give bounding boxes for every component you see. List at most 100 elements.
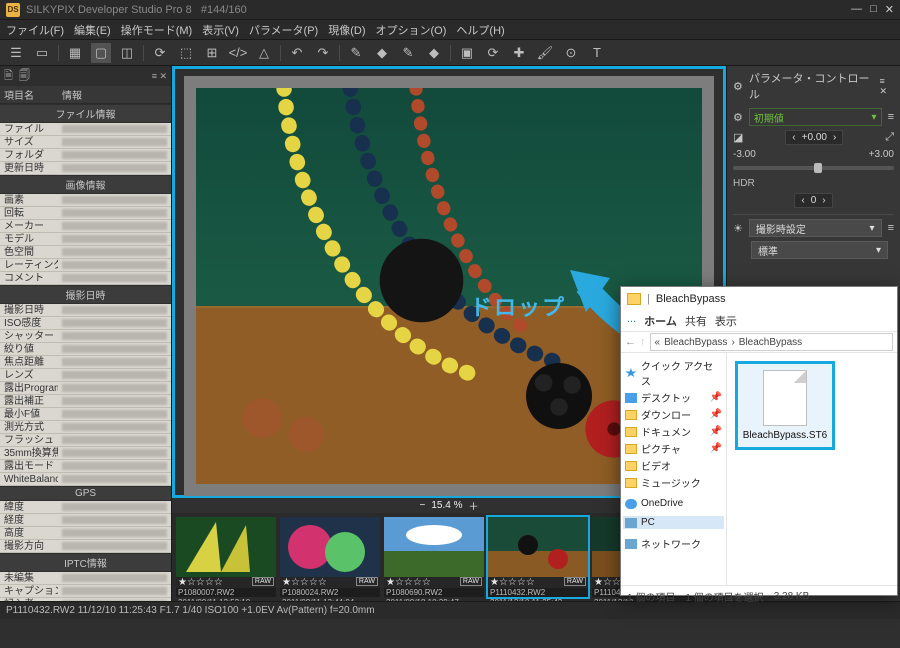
- tool-warn-icon[interactable]: △: [254, 43, 274, 63]
- info-row: 緯度: [0, 501, 171, 514]
- info-label: 高度: [0, 527, 58, 540]
- tool-crop-icon[interactable]: ⊞: [202, 43, 222, 63]
- info-row: WhiteBalance: [0, 473, 171, 486]
- thumbnail-rating[interactable]: ★☆☆☆☆ RAW: [488, 577, 588, 588]
- info-label: 撮影方向: [0, 540, 58, 553]
- thumbnail-image: [176, 517, 276, 577]
- taste-menu-icon[interactable]: ≡: [888, 111, 894, 123]
- info-label: 露出補正: [0, 395, 58, 408]
- nav-document[interactable]: ドキュメン📌: [623, 423, 724, 440]
- zoom-out-icon[interactable]: −: [420, 500, 426, 511]
- close-button[interactable]: ✕: [885, 3, 894, 16]
- thumbnail-name: P1110432.RW2: [488, 588, 588, 598]
- dropper-icon[interactable]: ⚙: [733, 111, 743, 124]
- menu-option[interactable]: オプション(O): [376, 22, 447, 38]
- nav-picture[interactable]: ピクチャ📌: [623, 440, 724, 457]
- wb-select[interactable]: 撮影時設定▾: [749, 219, 882, 237]
- tool-brush-icon[interactable]: 🖌: [535, 43, 555, 63]
- titlebar: DS SILKYPIX Developer Studio Pro 8 #144/…: [0, 0, 900, 20]
- nav-onedrive[interactable]: OneDrive: [623, 497, 724, 510]
- nav-network[interactable]: ネットワーク: [623, 535, 724, 552]
- nav-desktop[interactable]: デスクトッ📌: [623, 389, 724, 406]
- tool-open-icon[interactable]: ☰: [6, 43, 26, 63]
- info-label: 最小F値: [0, 408, 58, 421]
- info-row: メーカー: [0, 220, 171, 233]
- thumbnail-date: 2011/09/18 10:39:47: [384, 598, 484, 601]
- tool-tone-icon[interactable]: ✎: [398, 43, 418, 63]
- tone-select[interactable]: 標準▾: [751, 241, 888, 259]
- exposure-value[interactable]: ‹+0.00›: [785, 130, 843, 145]
- tool-redo-icon[interactable]: ↷: [313, 43, 333, 63]
- info-tab2-icon[interactable]: 🗐: [19, 67, 30, 86]
- info-value: [58, 421, 171, 434]
- menu-param[interactable]: パラメータ(P): [249, 22, 318, 38]
- file-name: BleachBypass.ST6: [743, 430, 828, 441]
- menu-edit[interactable]: 編集(E): [74, 22, 111, 38]
- tab-view[interactable]: 表示: [715, 313, 737, 329]
- thumbnail[interactable]: ★☆☆☆☆ RAWP1080024.RW22011/09/11 13:44:04…: [280, 517, 380, 597]
- tool-undo-icon[interactable]: ↶: [287, 43, 307, 63]
- file-item[interactable]: BleachBypass.ST6: [735, 361, 835, 450]
- tool-grid-icon[interactable]: ▦: [65, 43, 85, 63]
- sun-icon: ☀: [733, 222, 743, 235]
- expand-icon[interactable]: ⤢: [885, 131, 894, 144]
- thumbnail-rating[interactable]: ★☆☆☆☆ RAW: [280, 577, 380, 588]
- explorer-titlebar[interactable]: | BleachBypass: [621, 287, 897, 311]
- exposure-slider[interactable]: [733, 166, 894, 170]
- tool-card-icon[interactable]: ▭: [32, 43, 52, 63]
- thumbnail-rating[interactable]: ★☆☆☆☆ RAW: [384, 577, 484, 588]
- info-row: 経度: [0, 514, 171, 527]
- menu-help[interactable]: ヘルプ(H): [456, 22, 504, 38]
- address-bar[interactable]: « BleachBypass › BleachBypass: [650, 333, 894, 351]
- menu-mode[interactable]: 操作モード(M): [121, 22, 193, 38]
- tool-split-icon[interactable]: ◫: [117, 43, 137, 63]
- tool-blacklevel-icon[interactable]: ◆: [424, 43, 444, 63]
- tool-text-icon[interactable]: T: [587, 43, 607, 63]
- taste-select[interactable]: 初期値▾: [749, 108, 882, 126]
- tab-share[interactable]: 共有: [685, 313, 707, 329]
- tool-rotate-icon[interactable]: ⟳: [150, 43, 170, 63]
- nav-video[interactable]: ビデオ: [623, 457, 724, 474]
- menu-view[interactable]: 表示(V): [202, 22, 239, 38]
- info-label: 焦点距離: [0, 356, 58, 369]
- info-tab-icon[interactable]: 🗎: [4, 67, 13, 86]
- info-value: [58, 356, 171, 369]
- wb-menu-icon[interactable]: ≡: [888, 222, 894, 234]
- tool-spot-icon[interactable]: ⊙: [561, 43, 581, 63]
- hdr-value[interactable]: ‹0›: [794, 193, 832, 208]
- tool-align-icon[interactable]: ▣: [457, 43, 477, 63]
- hdr-label: HDR: [733, 178, 894, 189]
- info-row: 画素: [0, 194, 171, 207]
- nav-pc[interactable]: PC: [623, 516, 724, 529]
- zoom-in-icon[interactable]: ＋: [468, 498, 478, 513]
- thumbnail[interactable]: ★☆☆☆☆ RAWP1110432.RW22011/12/10 11:25:43…: [488, 517, 588, 597]
- tool-wb-icon[interactable]: ◆: [372, 43, 392, 63]
- tab-home[interactable]: ホーム: [644, 313, 677, 329]
- info-row: 35mm換算焦: [0, 447, 171, 460]
- info-value: [58, 460, 171, 473]
- thumbnail[interactable]: ★☆☆☆☆ RAWP1080007.RW22011/09/11 12:52:10…: [176, 517, 276, 597]
- info-label: キャプション: [0, 585, 58, 598]
- tool-picker-icon[interactable]: ✎: [346, 43, 366, 63]
- thumbnail[interactable]: ★☆☆☆☆ RAWP1080690.RW22011/09/18 10:39:47…: [384, 517, 484, 597]
- minimize-button[interactable]: —: [851, 3, 862, 16]
- tool-info-icon[interactable]: ⬚: [176, 43, 196, 63]
- nav-music[interactable]: ミュージック: [623, 474, 724, 491]
- nav-quickaccess[interactable]: クイック アクセス: [623, 357, 724, 389]
- group-file: ファイル情報: [0, 104, 171, 123]
- tool-stamp-icon[interactable]: ✚: [509, 43, 529, 63]
- back-icon[interactable]: ←: [625, 336, 636, 348]
- thumbnail-rating[interactable]: ★☆☆☆☆ RAW: [176, 577, 276, 588]
- menu-develop[interactable]: 現像(D): [328, 22, 365, 38]
- tool-del-icon[interactable]: </>: [228, 43, 248, 63]
- info-value: [58, 136, 171, 149]
- menu-file[interactable]: ファイル(F): [6, 22, 64, 38]
- explorer-filearea[interactable]: BleachBypass.ST6: [727, 353, 897, 585]
- explorer-window[interactable]: | BleachBypass ... ホーム 共有 表示 ← ↑ « Bleac…: [620, 286, 898, 596]
- maximize-button[interactable]: □: [870, 3, 877, 16]
- tool-rot-icon[interactable]: ⟳: [483, 43, 503, 63]
- exposure-icon: ◪: [733, 131, 743, 144]
- nav-download[interactable]: ダウンロー📌: [623, 406, 724, 423]
- info-row: 高度: [0, 527, 171, 540]
- tool-preview-icon[interactable]: ▢: [91, 43, 111, 63]
